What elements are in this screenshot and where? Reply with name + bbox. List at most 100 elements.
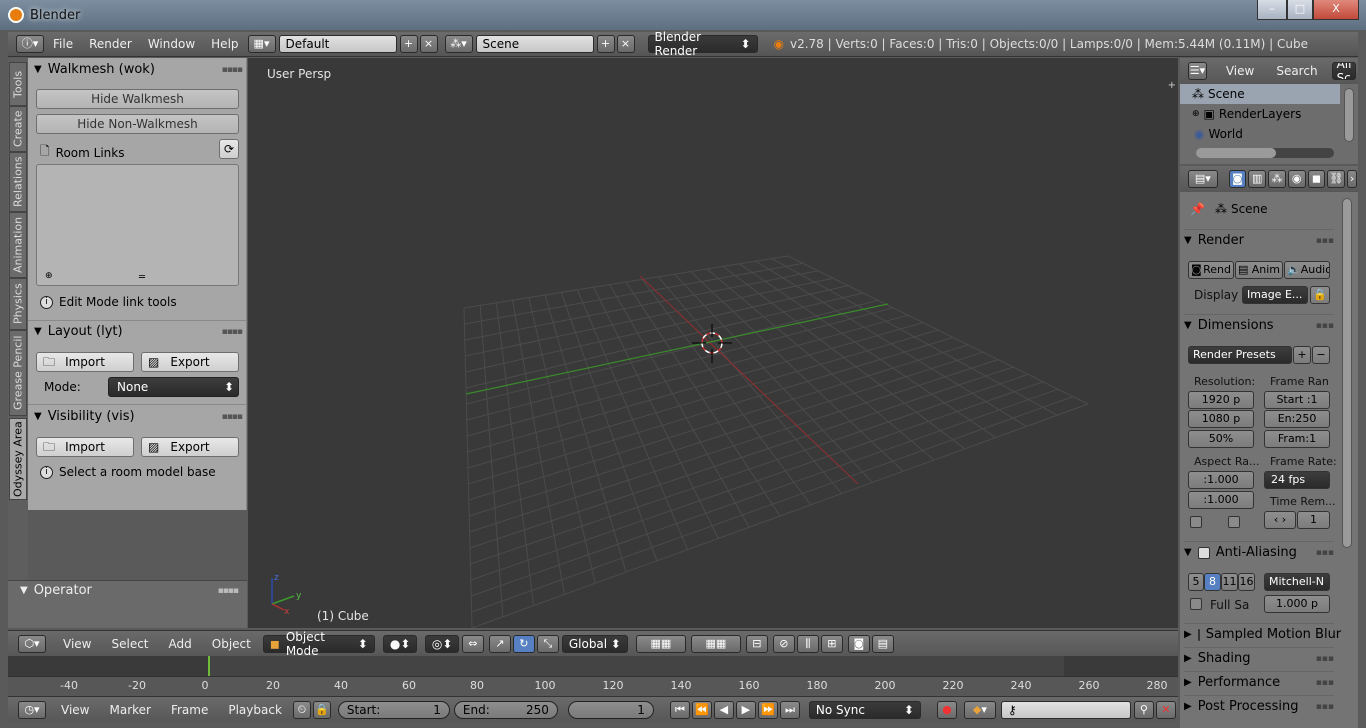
drag-grip-icon[interactable]: ▪▪▪ bbox=[1316, 236, 1334, 246]
refresh-links-button[interactable]: ⟳ bbox=[219, 139, 239, 159]
render-section-header[interactable]: ▼ Render ▪▪▪ bbox=[1184, 229, 1334, 251]
scene-tab-icon[interactable]: ⁂ bbox=[1268, 170, 1286, 188]
outliner-item-scene[interactable]: ⁂ Scene bbox=[1180, 84, 1340, 104]
render-anim-button[interactable]: ▤ Anim bbox=[1235, 261, 1283, 279]
shading-section-header[interactable]: ▶ Shading ▪▪▪ bbox=[1184, 647, 1334, 669]
layers-grid-2-icon[interactable]: ▦▦ bbox=[690, 634, 741, 653]
frame-end-field[interactable]: En:250 bbox=[1264, 410, 1330, 428]
scene-field[interactable]: Scene bbox=[475, 35, 594, 53]
crop-checkbox[interactable] bbox=[1228, 516, 1240, 528]
plus-small-icon[interactable]: + bbox=[1168, 80, 1176, 91]
screen-layout-icon[interactable]: ▦▾ bbox=[247, 35, 276, 53]
layout-export-button[interactable]: ▨ Export bbox=[141, 352, 239, 372]
menu-help[interactable]: Help bbox=[211, 37, 238, 51]
tab-tools[interactable]: Tools bbox=[9, 62, 27, 106]
aa-filter-dropdown[interactable]: Mitchell-N bbox=[1264, 573, 1330, 591]
keying-set-field[interactable]: ⚷ bbox=[1000, 700, 1131, 719]
aspect-y-field[interactable]: :1.000 bbox=[1188, 491, 1254, 509]
plus-small-icon[interactable]: ⊕ bbox=[45, 271, 53, 281]
outliner-hscroll-track[interactable] bbox=[1196, 148, 1334, 158]
expand-icon[interactable]: ⊕ bbox=[1192, 109, 1200, 119]
render-presets-dropdown[interactable]: Render Presets bbox=[1188, 346, 1292, 364]
snap-icon[interactable]: ⫼ bbox=[796, 634, 819, 653]
play-icon[interactable]: ▶ bbox=[735, 700, 756, 719]
render-tab-icon[interactable]: ◙ bbox=[1228, 170, 1247, 188]
editor-type-3d-icon[interactable]: ⬡▾ bbox=[18, 634, 46, 653]
delete-keyframe-icon[interactable]: ✕ bbox=[1155, 700, 1176, 719]
snap-target-icon[interactable]: ⊞ bbox=[820, 634, 843, 653]
add-scene-icon[interactable]: + bbox=[596, 35, 615, 53]
object-mode-dropdown[interactable]: ◼ Object Mode ⬍ bbox=[262, 630, 375, 658]
tab-relations[interactable]: Relations bbox=[9, 152, 27, 212]
visibility-import-button[interactable]: 🗀 Import bbox=[36, 437, 134, 457]
menu-add[interactable]: Add bbox=[169, 637, 192, 651]
outliner-menu-view[interactable]: View bbox=[1226, 64, 1254, 78]
mode-dropdown[interactable]: None ⬍ bbox=[108, 377, 239, 397]
motion-blur-section-header[interactable]: ▶ Sampled Motion Blur bbox=[1184, 623, 1341, 645]
scene-icon[interactable]: ⁂▾ bbox=[444, 35, 473, 53]
jump-keyframe-forward-icon[interactable]: ⏩ bbox=[757, 700, 778, 719]
aa-filter-size-field[interactable]: 1.000 p bbox=[1264, 595, 1330, 613]
outliner-item-renderlayers[interactable]: ⊕ ▣ RenderLayers bbox=[1180, 104, 1340, 124]
end-frame-field[interactable]: End: 250 bbox=[453, 700, 558, 719]
drag-grip-icon[interactable]: ▪▪▪ bbox=[1316, 678, 1334, 688]
hide-walkmesh-button[interactable]: Hide Walkmesh bbox=[36, 89, 239, 109]
drag-grip-icon[interactable]: ▪▪▪▪ bbox=[222, 65, 243, 75]
render-anim-icon[interactable]: ▤ bbox=[871, 634, 894, 653]
render-audio-button[interactable]: 🔈 Audio bbox=[1284, 261, 1330, 279]
menu-view-timeline[interactable]: View bbox=[61, 703, 89, 717]
close-button[interactable]: X bbox=[1313, 0, 1359, 20]
resolution-x-field[interactable]: 1920 p bbox=[1188, 391, 1254, 409]
translate-manipulator-icon[interactable]: ↗ bbox=[488, 634, 511, 653]
motion-blur-checkbox[interactable] bbox=[1197, 628, 1200, 641]
editor-type-outliner-icon[interactable]: ☰▾ bbox=[1188, 62, 1207, 80]
menu-view[interactable]: View bbox=[63, 637, 91, 651]
manipulator-toggle-icon[interactable]: ⇔ bbox=[461, 634, 484, 653]
performance-section-header[interactable]: ▶ Performance ▪▪▪ bbox=[1184, 671, 1334, 693]
timeline[interactable]: -40 -20 0 20 40 60 80 100 120 140 160 180 200 220 240 2… bbox=[8, 656, 1178, 696]
resolution-percent-field[interactable]: 50% bbox=[1188, 430, 1254, 448]
start-frame-field[interactable]: Start: 1 bbox=[337, 700, 450, 719]
keying-set-icon[interactable]: ◆▾ bbox=[963, 700, 996, 719]
resize-grip-icon[interactable]: ═ bbox=[139, 272, 145, 283]
resolution-y-field[interactable]: 1080 p bbox=[1188, 410, 1254, 428]
layout-import-button[interactable]: 🗀 Import bbox=[36, 352, 134, 372]
sync-dropdown[interactable]: No Sync ⬍ bbox=[808, 700, 921, 719]
drag-grip-icon[interactable]: ▪▪▪▪ bbox=[222, 327, 243, 337]
tab-grease-pencil[interactable]: Grease Pencil bbox=[9, 330, 27, 416]
current-frame-field[interactable]: 1 bbox=[567, 700, 654, 719]
jump-end-icon[interactable]: ⏭ bbox=[779, 700, 800, 719]
world-tab-icon[interactable]: ◉ bbox=[1287, 170, 1306, 188]
menu-window[interactable]: Window bbox=[148, 37, 195, 51]
layer-lock-icon[interactable]: ⊟ bbox=[745, 634, 768, 653]
tab-animation[interactable]: Animation bbox=[9, 212, 27, 278]
maximize-button[interactable]: □ bbox=[1287, 0, 1313, 20]
tab-create[interactable]: Create bbox=[9, 106, 27, 152]
orientation-dropdown[interactable]: Global ⬍ bbox=[561, 634, 628, 653]
full-sample-checkbox[interactable] bbox=[1190, 598, 1202, 610]
frame-step-field[interactable]: Fram:1 bbox=[1264, 430, 1330, 448]
aa-samples-8[interactable]: 8 bbox=[1204, 573, 1221, 591]
aa-samples-5[interactable]: 5 bbox=[1188, 573, 1204, 591]
rotate-manipulator-icon[interactable]: ↻ bbox=[512, 634, 535, 653]
pivot-dropdown[interactable]: ◎ ⬍ bbox=[424, 634, 459, 653]
layout-panel-header[interactable]: ▼ Layout (lyt) ▪▪▪▪ bbox=[34, 324, 243, 339]
remove-screen-icon[interactable]: × bbox=[419, 35, 438, 53]
time-remap-old-field[interactable]: ‹ › bbox=[1264, 511, 1296, 529]
room-links-list[interactable]: ⊕ ═ bbox=[36, 164, 239, 286]
outliner-filter-dropdown[interactable]: All Sc bbox=[1331, 62, 1356, 80]
visibility-panel-header[interactable]: ▼ Visibility (vis) ▪▪▪▪ bbox=[34, 409, 243, 424]
editor-type-properties-icon[interactable]: ▤▾ bbox=[1188, 170, 1218, 188]
menu-file[interactable]: File bbox=[53, 37, 73, 51]
remove-preset-icon[interactable]: − bbox=[1312, 346, 1330, 364]
anti-aliasing-checkbox[interactable] bbox=[1197, 546, 1210, 559]
menu-playback[interactable]: Playback bbox=[228, 703, 282, 717]
outliner-scrollbar[interactable] bbox=[1344, 88, 1354, 142]
outliner-item-world[interactable]: ◉ World bbox=[1180, 124, 1340, 144]
display-dropdown[interactable]: Image E... bbox=[1242, 286, 1308, 304]
3d-viewport[interactable]: User Persp z y x (1) Cube + bbox=[248, 58, 1178, 628]
pin-icon[interactable]: 📌 bbox=[1190, 202, 1205, 216]
drag-grip-icon[interactable]: ▪▪▪▪ bbox=[218, 586, 239, 596]
menu-render[interactable]: Render bbox=[89, 37, 132, 51]
menu-marker[interactable]: Marker bbox=[109, 703, 150, 717]
